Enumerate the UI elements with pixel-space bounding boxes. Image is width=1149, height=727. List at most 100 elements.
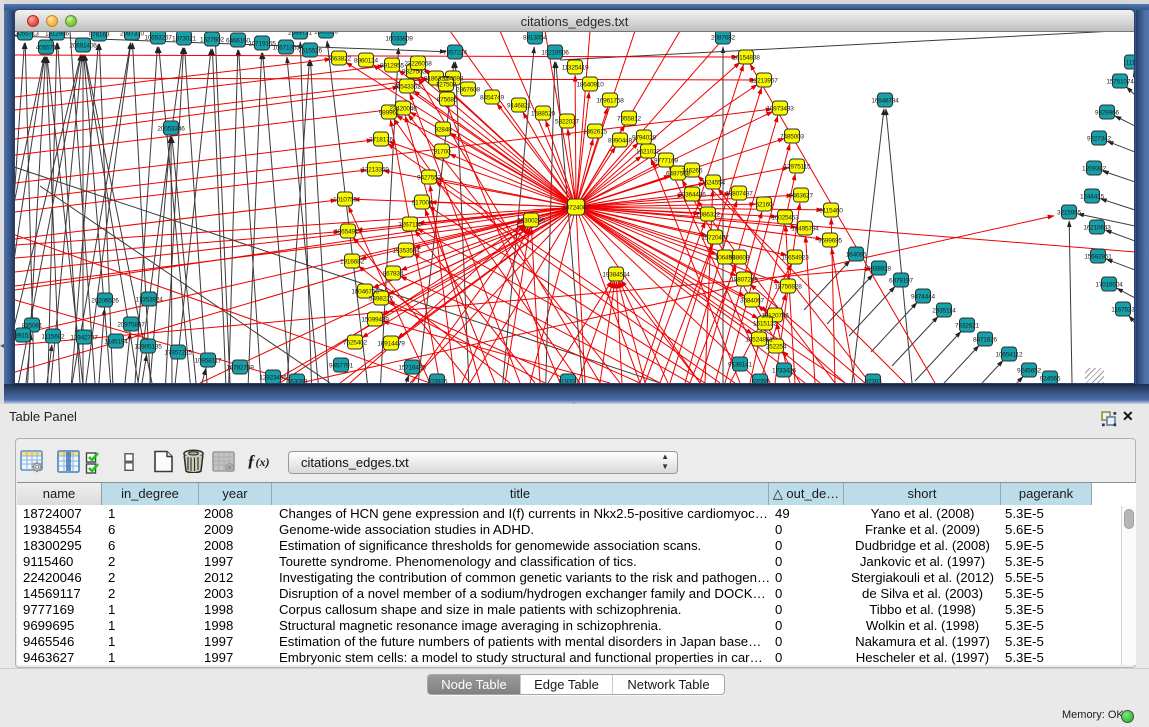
svg-text:1145194: 1145194 — [104, 339, 128, 346]
svg-text:405571: 405571 — [36, 45, 57, 52]
svg-text:6466160: 6466160 — [226, 38, 250, 45]
svg-text:1916682: 1916682 — [340, 259, 364, 266]
svg-text:9245652: 9245652 — [1017, 368, 1041, 375]
svg-text:867834: 867834 — [383, 271, 404, 278]
svg-text:106453: 106453 — [715, 255, 736, 262]
svg-text:10654112: 10654112 — [996, 352, 1023, 359]
svg-text:18724007: 18724007 — [562, 205, 590, 212]
svg-text:17957225: 17957225 — [164, 350, 192, 357]
svg-text:16543362: 16543362 — [393, 84, 421, 91]
svg-text:1244415: 1244415 — [1080, 194, 1104, 201]
svg-text:12213369: 12213369 — [361, 167, 389, 174]
svg-text:1873021: 1873021 — [172, 36, 196, 43]
svg-text:10671355: 10671355 — [272, 45, 300, 52]
svg-text:62055: 62055 — [751, 379, 769, 384]
svg-text:6379197: 6379197 — [889, 278, 913, 285]
svg-text:1588520: 1588520 — [531, 111, 555, 118]
svg-text:163083: 163083 — [287, 379, 308, 384]
svg-text:1362615: 1362615 — [583, 129, 607, 136]
svg-text:2099731: 2099731 — [288, 32, 312, 37]
svg-text:7632621: 7632621 — [955, 323, 979, 330]
svg-text:9227342: 9227342 — [1087, 136, 1111, 143]
svg-text:8471626: 8471626 — [973, 337, 997, 344]
svg-text:92848: 92848 — [434, 127, 452, 134]
svg-text:8912955: 8912955 — [380, 63, 404, 70]
svg-text:127503: 127503 — [436, 82, 457, 89]
svg-text:3267110: 3267110 — [398, 222, 422, 229]
svg-text:7955812: 7955812 — [617, 116, 641, 123]
svg-text:9329966: 9329966 — [1095, 110, 1119, 117]
svg-text:9427552: 9427552 — [417, 175, 441, 182]
svg-text:9463627: 9463627 — [789, 193, 813, 200]
svg-text:7357224: 7357224 — [443, 50, 467, 57]
svg-text:1615132: 1615132 — [753, 321, 777, 328]
svg-text:2097310: 2097310 — [120, 32, 144, 38]
svg-text:9794028: 9794028 — [632, 135, 656, 142]
svg-text:7663822: 7663822 — [327, 56, 351, 63]
svg-text:15720407: 15720407 — [701, 235, 729, 242]
svg-text:16033809: 16033809 — [385, 36, 413, 43]
svg-text:835061: 835061 — [22, 323, 43, 330]
svg-text:91700: 91700 — [433, 149, 451, 156]
svg-text:15751074: 15751074 — [1106, 79, 1134, 86]
svg-text:20206526: 20206526 — [91, 298, 119, 305]
svg-text:989961: 989961 — [379, 110, 400, 117]
svg-text:9827503: 9827503 — [402, 69, 426, 76]
svg-text:2718176: 2718176 — [369, 137, 393, 144]
svg-text:1117: 1117 — [1126, 60, 1134, 67]
svg-text:1621022: 1621022 — [636, 149, 660, 156]
svg-text:19756928: 19756928 — [774, 284, 802, 291]
svg-text:7986322: 7986322 — [696, 212, 720, 219]
svg-text:1010755: 1010755 — [333, 197, 357, 204]
svg-text:16782759: 16782759 — [226, 365, 254, 372]
svg-text:1115682: 1115682 — [42, 334, 66, 341]
svg-text:9777169: 9777169 — [654, 158, 678, 165]
svg-text:15716485: 15716485 — [398, 365, 426, 372]
svg-text:7485003: 7485003 — [780, 134, 804, 141]
svg-text:9474444: 9474444 — [911, 294, 935, 301]
svg-text:17353924: 17353924 — [135, 297, 163, 304]
svg-text:18300295: 18300295 — [517, 218, 545, 225]
svg-text:8454749: 8454749 — [480, 95, 504, 102]
svg-text:11325419: 11325419 — [562, 65, 589, 72]
svg-text:976163: 976163 — [89, 32, 110, 39]
svg-text:39151: 39151 — [15, 333, 32, 340]
svg-text:12213967: 12213967 — [750, 78, 778, 85]
svg-text:2867608: 2867608 — [456, 87, 480, 94]
svg-text:8960124: 8960124 — [354, 58, 378, 65]
svg-text:16648784: 16648784 — [871, 98, 899, 105]
svg-text:10958117: 10958117 — [195, 358, 222, 365]
svg-text:19218506: 19218506 — [541, 50, 569, 57]
svg-text:9146821: 9146821 — [507, 103, 531, 110]
svg-text:3215955: 3215955 — [1057, 210, 1081, 217]
svg-text:1065326: 1065326 — [314, 32, 338, 36]
svg-text:10807487: 10807487 — [725, 191, 753, 198]
svg-text:16210643: 16210643 — [1083, 225, 1111, 232]
svg-text:18640910: 18640910 — [576, 82, 604, 89]
svg-text:2087682: 2087682 — [711, 35, 735, 42]
svg-text:5498222: 5498222 — [369, 296, 393, 303]
svg-text:8813054: 8813054 — [523, 35, 547, 42]
svg-text:12975115: 12975115 — [784, 164, 811, 171]
svg-text:1527602: 1527602 — [200, 37, 224, 44]
svg-text:87303: 87303 — [864, 379, 882, 384]
svg-text:119203: 119203 — [558, 379, 579, 384]
svg-text:8938928: 8938928 — [867, 266, 891, 273]
svg-text:12923466: 12923466 — [259, 375, 287, 382]
svg-text:917004: 917004 — [412, 200, 433, 207]
svg-text:1312986: 1312986 — [45, 32, 69, 38]
svg-text:15692951: 15692951 — [1084, 254, 1112, 261]
svg-text:9115460: 9115460 — [819, 208, 843, 215]
svg-text:16495794: 16495794 — [791, 226, 819, 233]
svg-text:164095: 164095 — [846, 252, 867, 259]
svg-text:252254: 252254 — [766, 344, 787, 351]
svg-text:62160: 62160 — [755, 202, 773, 209]
svg-text:18807249: 18807249 — [730, 277, 758, 284]
svg-text:16120746: 16120746 — [761, 313, 789, 320]
svg-text:12942737: 12942737 — [70, 335, 98, 342]
svg-text:5322037: 5322037 — [555, 119, 579, 126]
svg-text:12055713: 12055713 — [15, 32, 39, 38]
svg-text:1209382: 1209382 — [1082, 166, 1106, 173]
svg-text:2935114: 2935114 — [932, 308, 956, 315]
svg-text:20691406: 20691406 — [69, 43, 97, 50]
